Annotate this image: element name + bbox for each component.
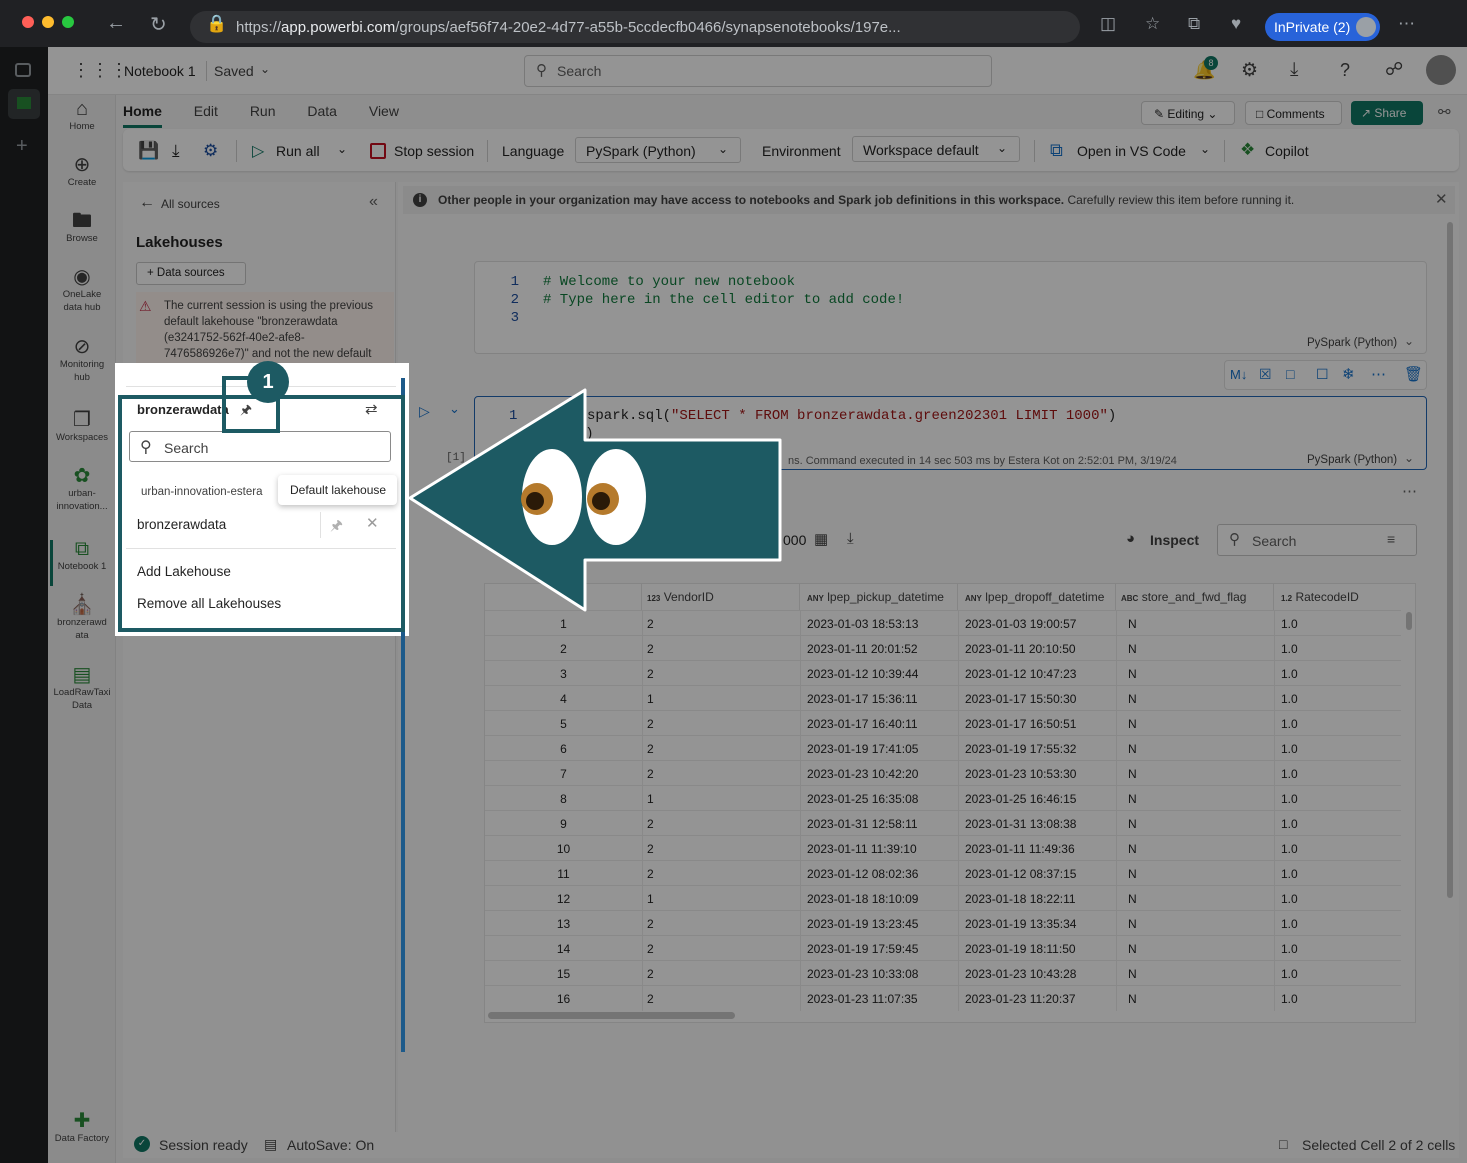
close-window-dot[interactable] [22,16,34,28]
back-arrow-icon[interactable]: ← [106,12,126,35]
collections-icon[interactable]: ⧉ [1188,14,1200,34]
maximize-window-dot[interactable] [62,16,74,28]
right-pupil [592,492,610,510]
split-screen-icon[interactable]: ◫ [1100,14,1116,34]
url-domain: app.powerbi.com [281,19,396,36]
annotation-arrow [408,388,782,612]
health-icon[interactable]: ♥ [1231,14,1241,34]
favorites-icon[interactable]: ☆ [1145,14,1160,34]
more-icon[interactable]: ⋯ [1398,14,1415,34]
url-path: /groups/aef56f74-20e2-4d77-a55b-5ccdecfb… [395,19,901,36]
url-prefix: https:// [236,19,282,36]
address-bar[interactable]: https://app.powerbi.com/groups/aef56f74-… [190,11,1080,43]
lock-icon: 🔒 [206,14,228,33]
minimize-window-dot[interactable] [42,16,54,28]
step-badge: 1 [247,361,289,403]
left-pupil [526,492,544,510]
refresh-icon[interactable]: ↻ [150,12,167,37]
profile-avatar[interactable] [1356,17,1376,37]
